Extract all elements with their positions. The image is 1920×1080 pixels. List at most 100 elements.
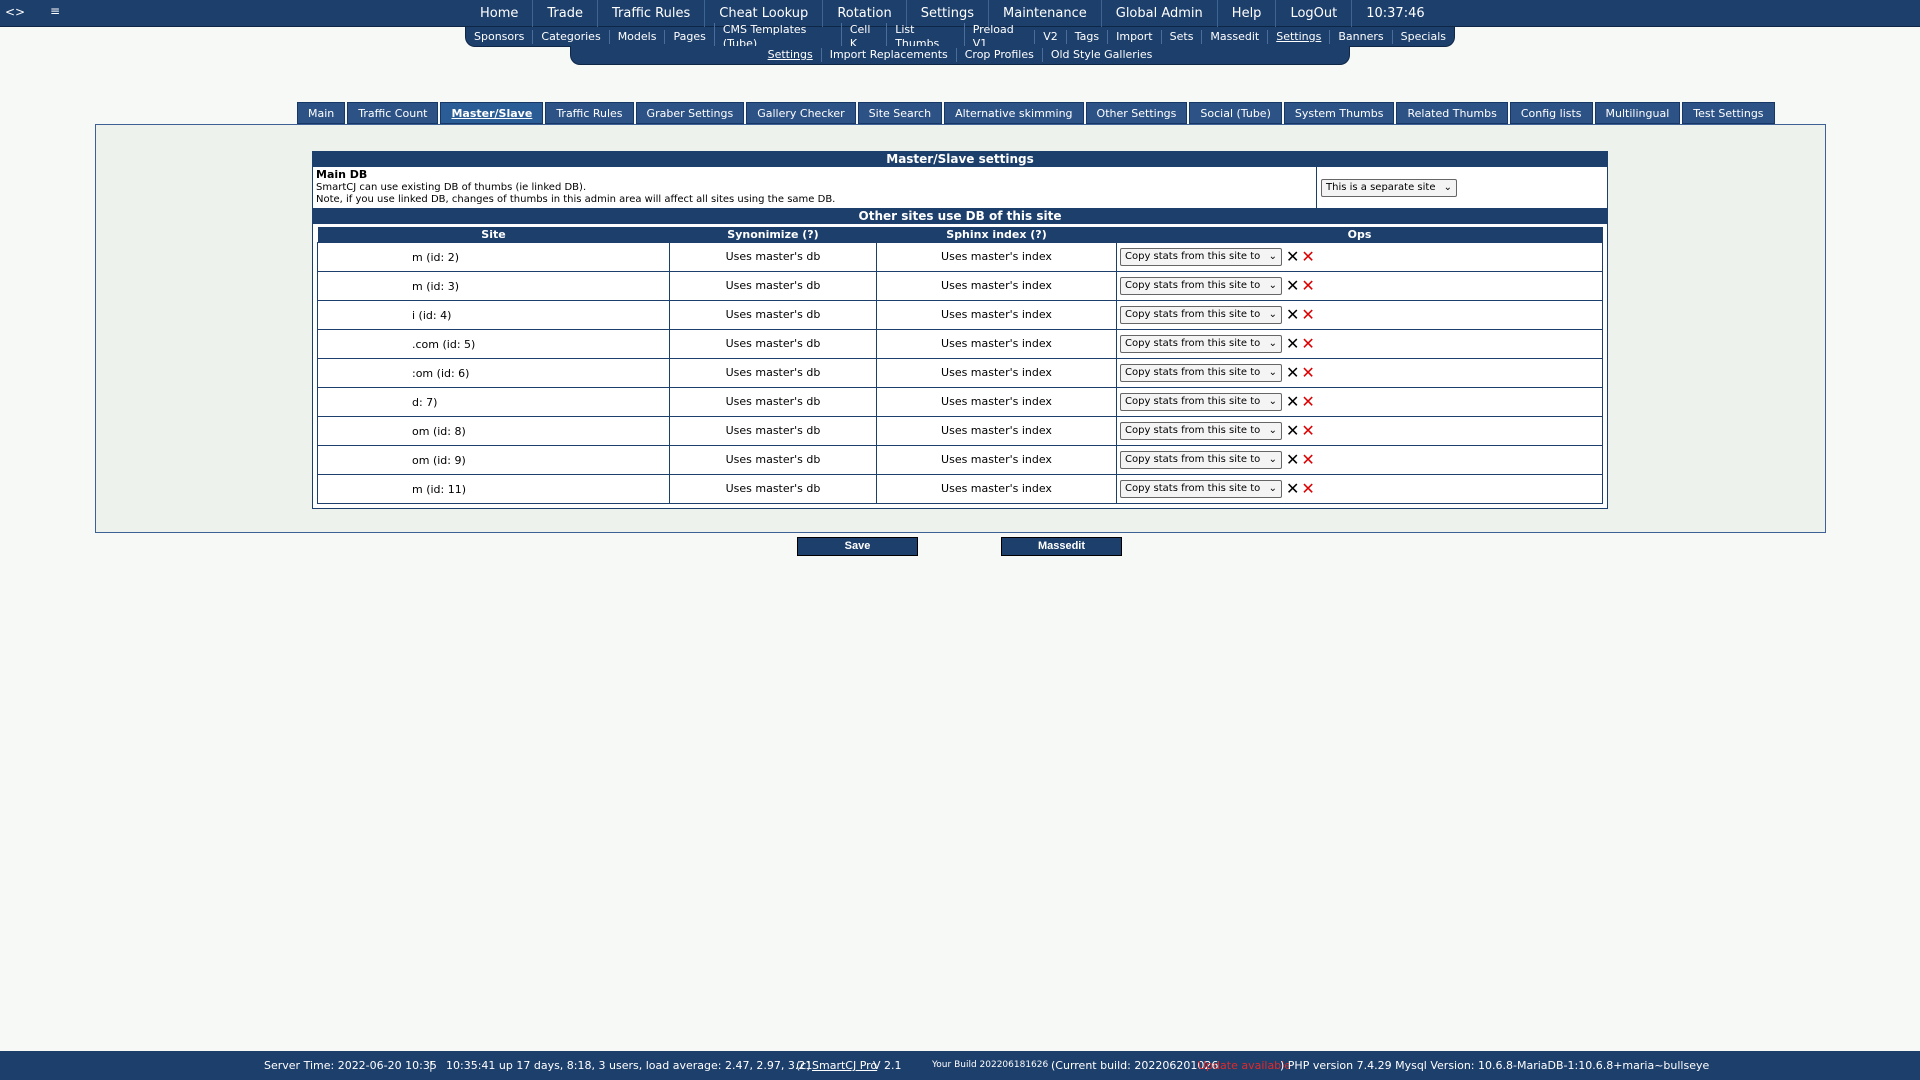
unlink-icon[interactable]: ✕ [1286, 335, 1299, 351]
update-available[interactable]: Update available [1198, 1051, 1291, 1080]
submenu-categories[interactable]: Categories [532, 29, 608, 44]
tab-multilingual[interactable]: Multilingual [1594, 102, 1681, 124]
submenu-models[interactable]: Models [608, 29, 665, 44]
tab-alternative-skimming[interactable]: Alternative skimming [944, 102, 1084, 124]
submenu-v2[interactable]: V2 [1034, 29, 1066, 44]
unlink-icon[interactable]: ✕ [1286, 422, 1299, 438]
menu-global-admin[interactable]: Global Admin [1100, 0, 1217, 27]
master-slave-settings: Master/Slave settings Main DB SmartCJ ca… [312, 151, 1608, 509]
site-cell: d: 7) [317, 386, 670, 417]
site-cell: i (id: 4) [317, 299, 670, 330]
product-link[interactable]: SmartCJ Pro [812, 1051, 877, 1080]
copy-stats-select[interactable]: Copy stats from this site to ⌄ [1120, 276, 1282, 295]
copy-stats-select[interactable]: Copy stats from this site to ⌄ [1120, 421, 1282, 440]
tab-site-search[interactable]: Site Search [857, 102, 943, 124]
submenu-massedit[interactable]: Massedit [1201, 29, 1267, 44]
subsub-import-replacements[interactable]: Import Replacements [820, 48, 956, 62]
unlink-icon[interactable]: ✕ [1286, 364, 1299, 380]
delete-icon[interactable]: ✕ [1301, 451, 1314, 467]
copy-stats-select[interactable]: Copy stats from this site to ⌄ [1120, 392, 1282, 411]
tab-main[interactable]: Main [297, 102, 346, 124]
menu-icon[interactable]: ≡ [50, 4, 60, 18]
tab-social-tube[interactable]: Social (Tube) [1189, 102, 1282, 124]
expand-icon[interactable]: <> [5, 5, 25, 19]
submenu-specials[interactable]: Specials [1391, 29, 1454, 44]
tab-system-thumbs[interactable]: System Thumbs [1283, 102, 1395, 124]
tab-traffic-count[interactable]: Traffic Count [347, 102, 439, 124]
copy-stats-select[interactable]: Copy stats from this site to ⌄ [1120, 450, 1282, 469]
tab-traffic-rules[interactable]: Traffic Rules [545, 102, 634, 124]
col-sphinx[interactable]: Sphinx index (?) [876, 227, 1117, 242]
tab-master-slave[interactable]: Master/Slave [440, 102, 544, 124]
menu-home[interactable]: Home [466, 0, 532, 27]
site-cell: m (id: 11) [317, 473, 670, 504]
tab-graber-settings[interactable]: Graber Settings [635, 102, 745, 124]
main-db-row: Main DB SmartCJ can use existing DB of t… [313, 167, 1607, 209]
subsub-crop-profiles[interactable]: Crop Profiles [955, 48, 1042, 62]
copy-stats-value: Copy stats from this site to [1125, 454, 1261, 465]
tab-test-settings[interactable]: Test Settings [1682, 102, 1775, 124]
chevron-down-icon: ⌄ [1268, 483, 1277, 494]
unlink-icon[interactable]: ✕ [1286, 248, 1299, 264]
copy-stats-select[interactable]: Copy stats from this site to ⌄ [1120, 479, 1282, 498]
menu-logout[interactable]: LogOut [1275, 0, 1351, 27]
submenu-sponsors[interactable]: Sponsors [466, 30, 532, 44]
submenu-import[interactable]: Import [1107, 29, 1161, 44]
copy-stats-select[interactable]: Copy stats from this site to ⌄ [1120, 363, 1282, 382]
your-build: Your Build 202206181626 [932, 1060, 1049, 1070]
footer-separator: | [429, 1059, 433, 1072]
main-db-select[interactable]: This is a separate site ⌄ [1321, 178, 1457, 197]
delete-icon[interactable]: ✕ [1301, 306, 1314, 322]
submenu-sets[interactable]: Sets [1160, 29, 1202, 44]
copy-stats-select[interactable]: Copy stats from this site to ⌄ [1120, 305, 1282, 324]
delete-icon[interactable]: ✕ [1301, 335, 1314, 351]
subsub-settings[interactable]: Settings [760, 48, 821, 62]
redacted-block [324, 417, 408, 445]
unlink-icon[interactable]: ✕ [1286, 480, 1299, 496]
subsub-old-style-galleries[interactable]: Old Style Galleries [1041, 48, 1161, 62]
section-title: Master/Slave settings [313, 152, 1607, 167]
tab-other-settings[interactable]: Other Settings [1085, 102, 1188, 124]
submenu-banners[interactable]: Banners [1329, 29, 1391, 44]
delete-icon[interactable]: ✕ [1301, 480, 1314, 496]
unlink-icon[interactable]: ✕ [1286, 277, 1299, 293]
redacted-block [324, 301, 408, 329]
unlink-icon[interactable]: ✕ [1286, 393, 1299, 409]
delete-icon[interactable]: ✕ [1301, 248, 1314, 264]
menu-trade[interactable]: Trade [532, 0, 597, 27]
main-db-line2: Note, if you use linked DB, changes of t… [316, 194, 836, 205]
massedit-button[interactable]: Massedit [1001, 537, 1122, 556]
tab-related-thumbs[interactable]: Related Thumbs [1396, 102, 1508, 124]
submenu-settings[interactable]: Settings [1267, 29, 1329, 44]
copyright: (c) [796, 1059, 811, 1072]
delete-icon[interactable]: ✕ [1301, 393, 1314, 409]
settings-subsubmenu: Settings Import Replacements Crop Profil… [570, 46, 1350, 65]
menu-traffic-rules[interactable]: Traffic Rules [596, 0, 704, 27]
site-name: .com (id: 5) [412, 337, 476, 351]
copy-stats-select[interactable]: Copy stats from this site to ⌄ [1120, 334, 1282, 353]
delete-icon[interactable]: ✕ [1301, 364, 1314, 380]
table-row: m (id: 3) Uses master's db Uses master's i… [317, 270, 1603, 301]
tab-gallery-checker[interactable]: Gallery Checker [746, 102, 856, 124]
col-synonimize[interactable]: Synonimize (?) [669, 227, 877, 242]
unlink-icon[interactable]: ✕ [1286, 306, 1299, 322]
tab-config-lists[interactable]: Config lists [1509, 102, 1593, 124]
table-row: om (id: 9) Uses master's db Uses master's … [317, 444, 1603, 475]
delete-icon[interactable]: ✕ [1301, 422, 1314, 438]
clock: 10:37:46 [1351, 0, 1438, 27]
ops-cell: Copy stats from this site to ⌄ ✕ ✕ [1116, 270, 1603, 301]
status-footer: Server Time: 2022-06-20 10:35 | 10:35:41… [0, 1051, 1920, 1080]
submenu-tags[interactable]: Tags [1065, 29, 1107, 44]
submenu-pages[interactable]: Pages [664, 29, 713, 44]
main-db-select-cell: This is a separate site ⌄ [1317, 167, 1607, 208]
synonimize-cell: Uses master's db [669, 357, 877, 388]
copy-stats-select[interactable]: Copy stats from this site to ⌄ [1120, 247, 1282, 266]
save-button[interactable]: Save [797, 537, 918, 556]
redacted-block [324, 388, 408, 416]
chevron-down-icon: ⌄ [1268, 396, 1277, 407]
unlink-icon[interactable]: ✕ [1286, 451, 1299, 467]
menu-help[interactable]: Help [1216, 0, 1276, 27]
ops-cell: Copy stats from this site to ⌄ ✕ ✕ [1116, 473, 1603, 504]
delete-icon[interactable]: ✕ [1301, 277, 1314, 293]
ops-cell: Copy stats from this site to ⌄ ✕ ✕ [1116, 444, 1603, 475]
